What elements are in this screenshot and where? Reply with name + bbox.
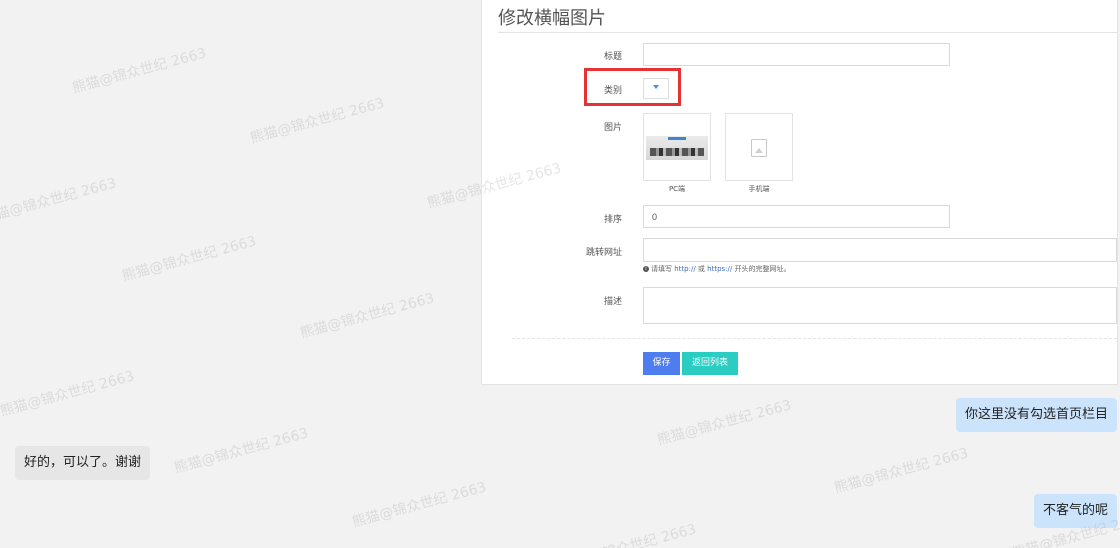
watermark: 熊猫@锦众世纪 2663 bbox=[248, 95, 387, 147]
watermark: 熊猫@锦众世纪 2663 bbox=[298, 290, 437, 342]
mobile-image-upload[interactable] bbox=[725, 113, 793, 181]
image-label: 图片 bbox=[603, 123, 622, 133]
page-title: 修改横幅图片 bbox=[498, 8, 606, 29]
watermark: 熊猫@锦众世纪 2663 bbox=[655, 397, 794, 449]
pc-image-upload[interactable] bbox=[643, 113, 711, 181]
url-label: 跳转网址 bbox=[585, 248, 622, 258]
sort-label: 排序 bbox=[603, 215, 622, 225]
chat-message-left: 好的，可以了。谢谢 bbox=[15, 446, 151, 480]
help-or: 或 bbox=[697, 265, 705, 273]
pc-caption: PC端 bbox=[668, 185, 686, 193]
watermark: 熊猫@锦众世纪 2663 bbox=[350, 479, 489, 531]
chat-message-right: 你这里没有勾选首页栏目 bbox=[955, 398, 1117, 432]
footer-divider bbox=[512, 338, 1117, 339]
watermark: 熊猫@锦众世纪 2663 bbox=[560, 521, 699, 548]
description-textarea[interactable] bbox=[643, 287, 1117, 324]
url-input[interactable] bbox=[643, 238, 1117, 262]
watermark: 熊猫@锦众世纪 2663 bbox=[172, 425, 311, 477]
sort-input[interactable] bbox=[643, 205, 950, 228]
annotation-highlight-box bbox=[584, 68, 681, 106]
chat-message-right: 不客气的呢 bbox=[1033, 494, 1117, 528]
watermark: 熊猫@锦众世纪 2663 bbox=[0, 175, 119, 227]
watermark: 熊猫@锦众世纪 2663 bbox=[832, 445, 971, 497]
image-placeholder-icon bbox=[751, 139, 767, 157]
help-prefix: 请填写 bbox=[651, 265, 672, 273]
mobile-caption: 手机端 bbox=[748, 185, 770, 193]
description-label: 描述 bbox=[603, 297, 622, 307]
banner-edit-panel: 修改横幅图片 标题 类别 图片 PC端 手机端 排序 跳转网址 i请填写 htt… bbox=[481, 0, 1118, 385]
watermark: 熊猫@锦众世纪 2663 bbox=[120, 233, 259, 285]
title-divider bbox=[498, 32, 1117, 33]
url-help-text: i 请填写 http:// 或 https:// 开头的完整网址。 bbox=[643, 264, 790, 274]
info-icon: i bbox=[643, 266, 649, 272]
thumbnail-products bbox=[650, 148, 704, 156]
thumbnail-header-bar bbox=[668, 137, 686, 140]
help-http: http:// bbox=[674, 265, 696, 273]
watermark: 熊猫@锦众世纪 2663 bbox=[0, 368, 137, 420]
banner-thumbnail bbox=[646, 136, 708, 160]
help-https: https:// bbox=[707, 265, 733, 273]
help-suffix: 开头的完整网址。 bbox=[734, 265, 791, 273]
watermark: 熊猫@锦众世纪 2663 bbox=[70, 45, 209, 97]
title-input[interactable] bbox=[643, 43, 950, 66]
back-to-list-button[interactable]: 返回列表 bbox=[682, 352, 738, 375]
save-button[interactable]: 保存 bbox=[643, 352, 680, 375]
title-label: 标题 bbox=[603, 52, 622, 62]
